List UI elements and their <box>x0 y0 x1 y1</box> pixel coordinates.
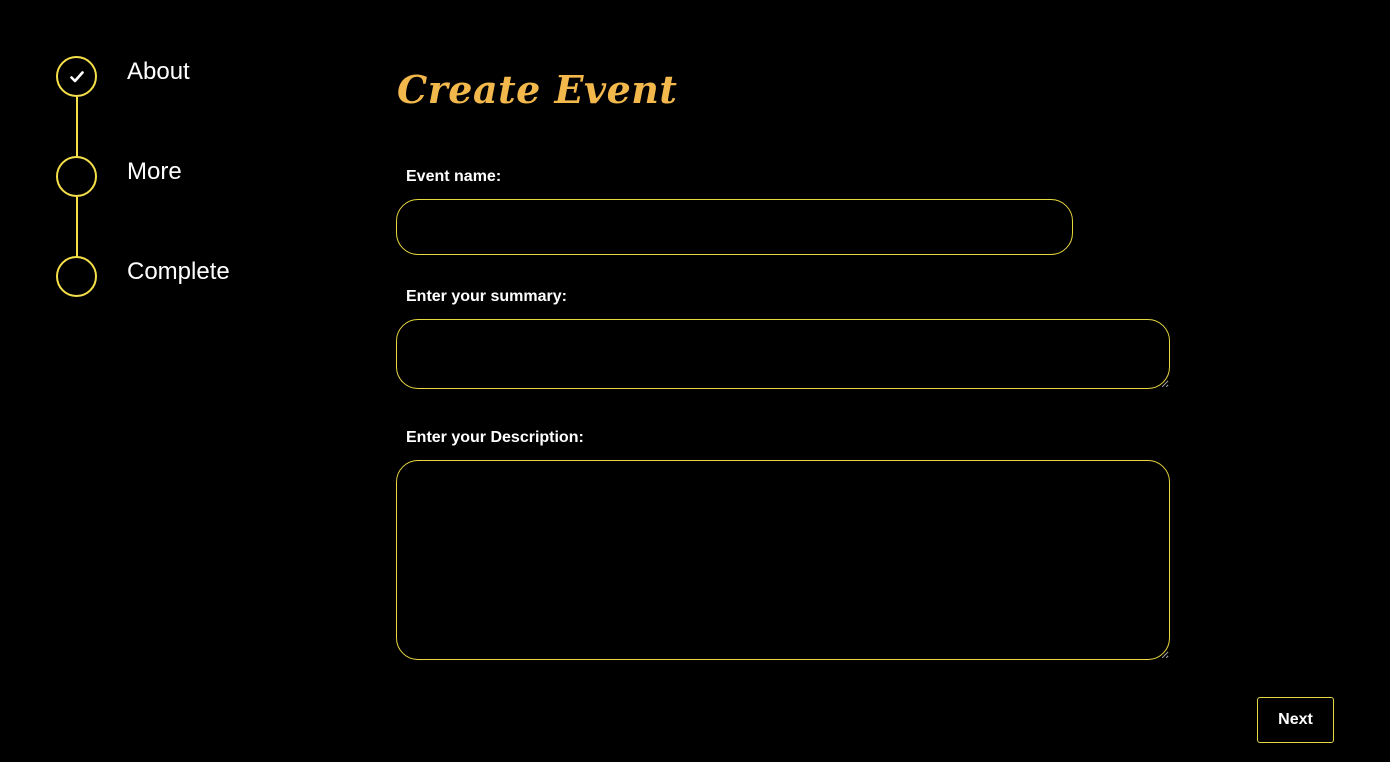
step-circle <box>56 156 97 197</box>
step-more[interactable]: More <box>56 156 296 198</box>
summary-label: Enter your summary: <box>406 288 567 305</box>
progress-stepper: About More Complete <box>56 56 296 316</box>
create-event-page: About More Complete Create Event Event n… <box>0 0 1390 762</box>
event-name-input[interactable] <box>396 199 1073 255</box>
stepper-connector <box>76 97 78 157</box>
step-label-more: More <box>127 158 182 185</box>
page-title: Create Event <box>397 67 678 112</box>
step-circle-completed <box>56 56 97 97</box>
description-textarea[interactable] <box>396 460 1170 660</box>
next-button[interactable]: Next <box>1257 697 1334 743</box>
checkmark-icon <box>69 70 84 82</box>
step-label-complete: Complete <box>127 258 230 285</box>
step-circle <box>56 256 97 297</box>
step-label-about: About <box>127 58 190 85</box>
step-complete[interactable]: Complete <box>56 256 296 298</box>
description-label: Enter your Description: <box>406 429 584 446</box>
event-name-label: Event name: <box>406 168 502 185</box>
summary-textarea[interactable] <box>396 319 1170 389</box>
step-about[interactable]: About <box>56 56 296 98</box>
stepper-connector <box>76 197 78 257</box>
